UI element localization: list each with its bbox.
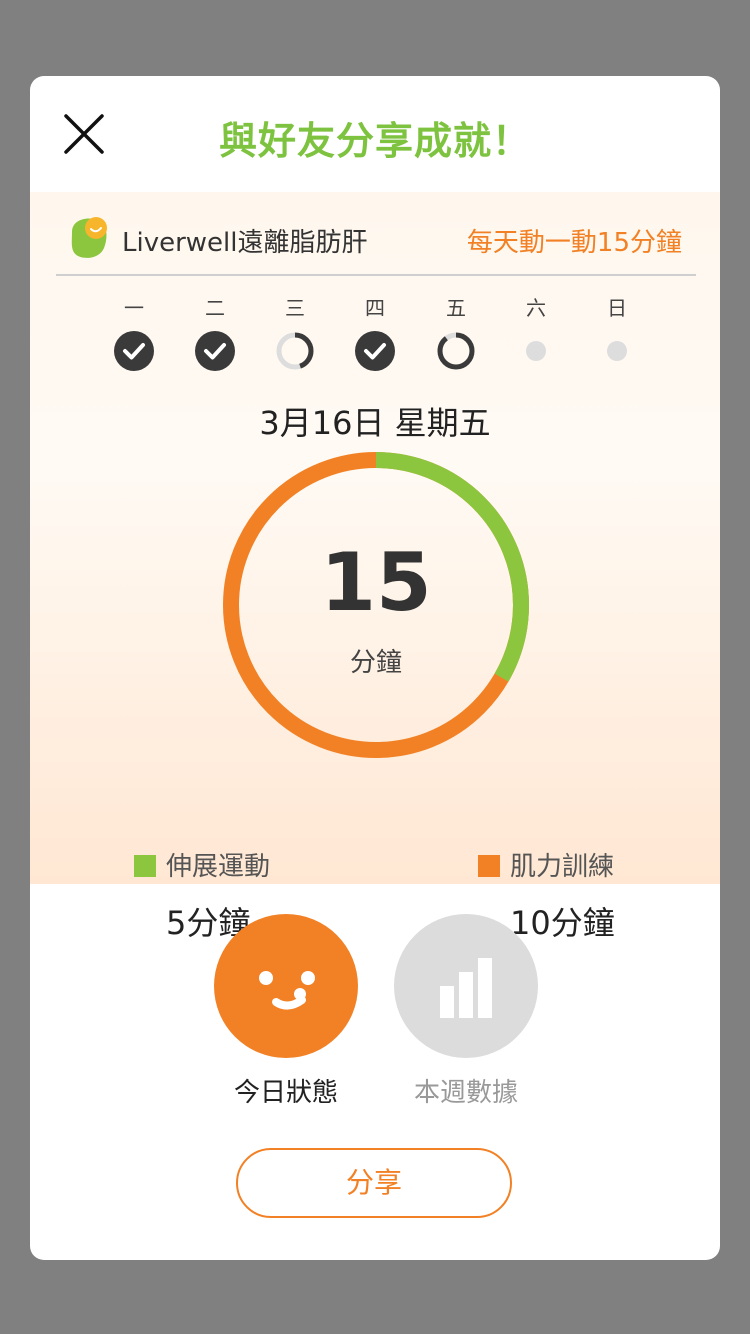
day-label: 日 xyxy=(607,296,627,320)
tab-weekly-circle[interactable] xyxy=(394,914,538,1058)
share-modal: 與好友分享成就！ Liverwell遠離脂肪肝 每天動一動15分鐘 一 二 三 … xyxy=(30,76,720,1260)
day-label: 四 xyxy=(365,296,385,320)
empty-dot-icon xyxy=(607,341,627,361)
day-wed: 三 xyxy=(265,292,325,372)
modal-title: 與好友分享成就！ xyxy=(218,119,531,163)
total-unit: 分鐘 xyxy=(349,648,402,678)
tab-today-circle[interactable] xyxy=(214,914,358,1058)
empty-dot-icon xyxy=(526,341,546,361)
check-circle-icon xyxy=(114,331,154,371)
legend-label: 伸展運動 xyxy=(166,852,271,882)
date-label: 3月16日 星期五 xyxy=(259,404,491,442)
slogan: 每天動一動15分鐘 xyxy=(466,228,682,258)
tab-weekly-data[interactable]: 本週數據 xyxy=(386,914,546,1109)
check-circle-icon xyxy=(195,331,235,371)
day-thu: 四 xyxy=(345,292,405,372)
tab-today-status[interactable]: 今日狀態 xyxy=(206,914,366,1109)
day-label: 三 xyxy=(285,296,305,320)
check-circle-icon xyxy=(355,331,395,371)
legend-strength: 肌力訓練 xyxy=(478,846,698,882)
day-label: 一 xyxy=(124,296,144,320)
day-label: 六 xyxy=(526,296,546,320)
lemon-logo-icon xyxy=(71,217,107,258)
brand-row: Liverwell遠離脂肪肝 每天動一動15分鐘 xyxy=(56,214,696,276)
week-progress: 一 二 三 四 五 六 日 xyxy=(30,292,720,372)
day-sat: 六 xyxy=(506,292,566,372)
partial-ring-icon xyxy=(437,332,475,370)
day-fri: 五 xyxy=(426,292,486,372)
day-sun: 日 xyxy=(587,292,647,372)
green-swatch xyxy=(134,855,156,877)
day-label: 二 xyxy=(205,296,225,320)
view-tabs: 今日狀態 本週數據 xyxy=(30,914,720,1114)
legend-row: 肌力訓練 xyxy=(478,846,698,882)
orange-swatch xyxy=(478,855,500,877)
day-tue: 二 xyxy=(185,292,245,372)
partial-ring-icon xyxy=(276,332,314,370)
share-button[interactable]: 分享 xyxy=(236,1148,512,1218)
achievement-card: Liverwell遠離脂肪肝 每天動一動15分鐘 一 二 三 四 五 六 日 3… xyxy=(30,192,720,942)
total-minutes: 15 xyxy=(320,536,432,629)
smiley-face-icon xyxy=(259,971,315,1010)
brand-name: Liverwell遠離脂肪肝 xyxy=(122,228,368,258)
legend-stretch: 伸展運動 xyxy=(134,846,354,882)
day-mon: 一 xyxy=(104,292,164,372)
day-label: 五 xyxy=(446,296,466,320)
legend-label: 肌力訓練 xyxy=(510,852,615,882)
legend-row: 伸展運動 xyxy=(134,846,354,882)
tab-label: 今日狀態 xyxy=(233,1078,338,1108)
tab-label: 本週數據 xyxy=(413,1078,518,1108)
bar-chart-icon xyxy=(440,958,492,1018)
